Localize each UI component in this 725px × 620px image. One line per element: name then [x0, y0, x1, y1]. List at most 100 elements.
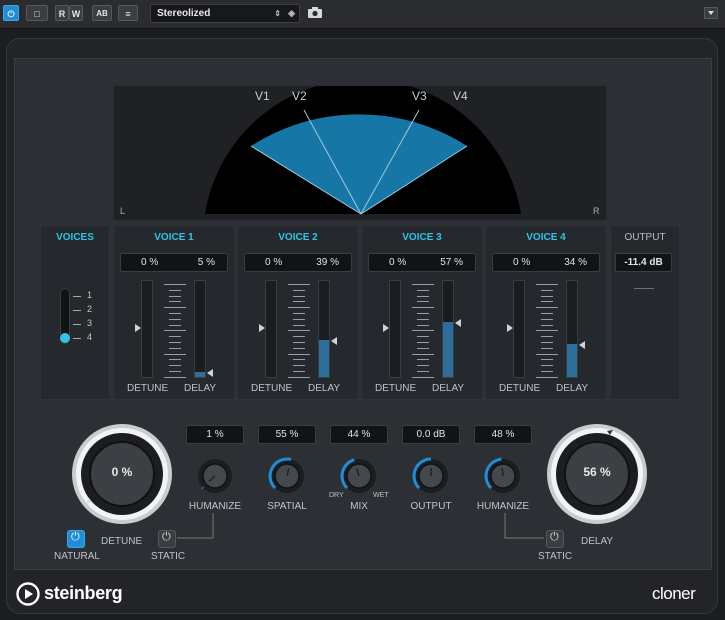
delay-static-label: STATIC	[538, 551, 573, 562]
steinberg-logo-icon	[16, 582, 40, 606]
detune-pointer[interactable]	[259, 324, 265, 332]
chevron-down-icon	[708, 11, 714, 15]
camera-icon[interactable]	[307, 6, 323, 19]
detune-label: DETUNE	[101, 536, 143, 547]
delay-static-toggle[interactable]: ⏻	[546, 530, 564, 548]
param-label: OUTPUT	[410, 501, 452, 512]
detune-meter[interactable]	[265, 280, 277, 378]
detune-value: 0 %	[265, 257, 283, 268]
voice-marker-v4: V4	[453, 89, 468, 103]
host-toolbar: ⏻ □ R W AB ≡ Stereolized ⇕ ◈	[0, 0, 725, 29]
detune-pointer[interactable]	[383, 324, 389, 332]
param-knob[interactable]	[267, 456, 307, 496]
param-knob[interactable]	[483, 456, 523, 496]
delay-pointer[interactable]	[579, 341, 585, 349]
param-label: HUMANIZE	[188, 501, 242, 512]
detune-pointer[interactable]	[135, 324, 141, 332]
humanize-link-line	[504, 513, 544, 539]
mix-wet-label: WET	[373, 492, 389, 499]
delay-pointer[interactable]	[455, 319, 461, 327]
delay-meter-fill	[443, 322, 453, 377]
voice-values-field[interactable]: 0 % 39 %	[244, 253, 352, 272]
delay-meter-fill	[195, 372, 205, 377]
read-automation-button[interactable]: R	[55, 5, 69, 21]
delay-label: DELAY	[556, 383, 589, 394]
voice-count-option[interactable]: 4	[87, 332, 92, 342]
detune-label: DETUNE	[251, 383, 293, 394]
brand-name: steinberg	[44, 583, 123, 603]
param-knob[interactable]	[195, 456, 235, 496]
voice-values-field[interactable]: 0 % 57 %	[368, 253, 476, 272]
param-value-field[interactable]: 55 %	[258, 425, 316, 444]
voices-slider-handle[interactable]	[60, 333, 70, 343]
voice-scale	[532, 282, 562, 378]
menu-icon: ≡	[125, 9, 131, 19]
output-level-value[interactable]: -11.4 dB	[615, 253, 672, 272]
output-divider	[634, 288, 654, 289]
detune-label: DETUNE	[127, 383, 169, 394]
left-label: L	[120, 206, 126, 216]
voice-count-option[interactable]: 3	[87, 318, 92, 328]
output-section	[610, 225, 680, 400]
param-label: HUMANIZE	[476, 501, 530, 512]
voice-strip-title: VOICE 1	[154, 232, 194, 243]
detune-meter[interactable]	[513, 280, 525, 378]
voice-count-option[interactable]: 1	[87, 290, 92, 300]
compare-button[interactable]: □	[26, 5, 48, 21]
preset-name: Stereolized	[157, 8, 211, 19]
voice-marker-v1: V1	[255, 89, 270, 103]
detune-knob[interactable]: 0 %	[70, 422, 174, 526]
mix-dry-label: DRY	[329, 492, 344, 499]
delay-meter-fill	[567, 344, 577, 377]
product-name: cloner	[652, 584, 696, 603]
delay-meter[interactable]	[442, 280, 454, 378]
power-icon: ⏻	[550, 531, 559, 543]
delay-label: DELAY	[432, 383, 465, 394]
param-value-field[interactable]: 48 %	[474, 425, 532, 444]
delay-meter[interactable]	[318, 280, 330, 378]
natural-label: NATURAL	[54, 551, 100, 562]
voice-values-field[interactable]: 0 % 34 %	[492, 253, 600, 272]
natural-toggle[interactable]: ⏻	[67, 530, 85, 548]
voice-strip-title: VOICE 4	[526, 232, 566, 243]
detune-pointer[interactable]	[507, 324, 513, 332]
write-automation-button[interactable]: W	[69, 5, 83, 21]
param-value-field[interactable]: 1 %	[186, 425, 244, 444]
detune-value: 0 %	[513, 257, 531, 268]
detune-label: DETUNE	[375, 383, 417, 394]
param-value-field[interactable]: 0.0 dB	[402, 425, 460, 444]
menu-button[interactable]: ≡	[118, 5, 138, 21]
delay-knob[interactable]: 56 %	[545, 422, 649, 526]
detune-meter[interactable]	[389, 280, 401, 378]
right-label: R	[593, 206, 600, 216]
delay-knob-value: 56 %	[583, 465, 611, 479]
voice-values-field[interactable]: 0 % 5 %	[120, 253, 228, 272]
delay-meter[interactable]	[566, 280, 578, 378]
collapse-button[interactable]	[704, 7, 718, 19]
param-knob[interactable]	[339, 456, 379, 496]
power-button[interactable]: ⏻	[3, 5, 19, 21]
delay-value: 5 %	[197, 257, 215, 268]
detune-static-toggle[interactable]: ⏻	[158, 530, 176, 548]
preset-selector[interactable]: Stereolized ⇕ ◈	[150, 4, 300, 23]
detune-label: DETUNE	[499, 383, 541, 394]
delay-pointer[interactable]	[207, 369, 213, 377]
voices-title: VOICES	[56, 232, 94, 243]
voice-spread-display: V1 V2 V3 V4 L R	[113, 85, 607, 221]
delay-pointer[interactable]	[331, 337, 337, 345]
ab-compare-button[interactable]: AB	[92, 5, 112, 21]
voice-strip-title: VOICE 2	[278, 232, 318, 243]
voice-count-option[interactable]: 2	[87, 304, 92, 314]
delay-label: DELAY	[581, 536, 614, 547]
power-icon: ⏻	[7, 9, 15, 19]
delay-meter[interactable]	[194, 280, 206, 378]
detune-meter[interactable]	[141, 280, 153, 378]
delay-value: 39 %	[316, 257, 339, 268]
voice-strip-title: VOICE 3	[402, 232, 442, 243]
param-knob[interactable]	[411, 456, 451, 496]
param-value-field[interactable]: 44 %	[330, 425, 388, 444]
tag-icon: ◈	[288, 8, 295, 18]
voice-scale	[408, 282, 438, 378]
voice-scale	[284, 282, 314, 378]
compare-icon: □	[34, 9, 40, 19]
